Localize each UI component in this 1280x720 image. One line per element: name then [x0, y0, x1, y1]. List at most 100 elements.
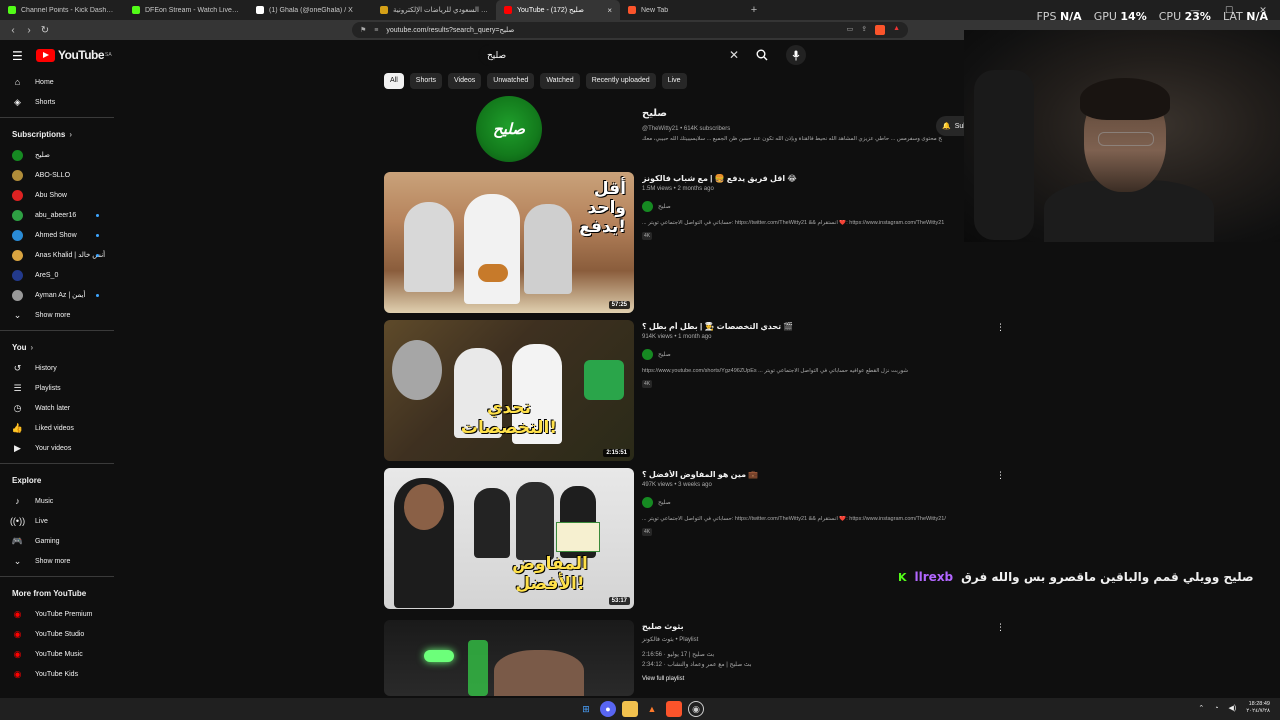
playlist-title[interactable]: بثوث صليح — [642, 622, 962, 631]
filter-chip[interactable]: Recently uploaded — [585, 73, 656, 89]
video-thumbnail[interactable]: تحدي التخصصات! 2:15:51 — [384, 320, 634, 461]
channel-name[interactable]: صليح — [642, 108, 667, 119]
sidebar-item[interactable]: ▶ Your videos — [0, 438, 118, 458]
video-channel[interactable]: صليح — [642, 497, 671, 508]
sidebar-item[interactable]: ♪ Music — [0, 491, 118, 511]
brave-shields-icon[interactable] — [875, 25, 886, 35]
sidebar-item[interactable]: abu_abeer16 — [0, 205, 118, 225]
channel-result[interactable]: صليح صليح @TheWitty21 • 614K subscribers… — [384, 94, 974, 166]
search-query[interactable]: صليح — [487, 50, 729, 61]
filter-chip[interactable]: Shorts — [409, 73, 443, 89]
screenshot-icon[interactable]: ▭ — [847, 25, 854, 35]
bookmark-icon[interactable]: ⚑ — [360, 26, 366, 34]
video-result[interactable]: تحدي التخصصات! 2:15:51 تحدي التخصصات 👨‍🍳… — [384, 320, 1005, 462]
menu-icon[interactable]: ☰ — [12, 49, 23, 63]
filter-chip[interactable]: All — [384, 73, 404, 89]
video-duration: 53:17 — [608, 597, 630, 605]
avatar — [12, 169, 23, 181]
clear-search-icon[interactable]: ✕ — [729, 48, 739, 62]
site-info-icon[interactable]: ≡ — [374, 27, 378, 34]
brave-rewards-icon[interactable]: ▲ — [893, 25, 900, 35]
clock[interactable]: 18:28:49 ٢٠٢٤/٧/٢٨ — [1246, 701, 1270, 715]
sidebar-item[interactable]: Anas Khalid | أنس خالد — [0, 245, 118, 265]
discord-icon[interactable]: ● — [600, 701, 616, 717]
you-header[interactable]: You › — [0, 336, 118, 358]
sidebar-item-label: Ayman Az | أيمن — [35, 292, 86, 299]
brave-browser-icon[interactable] — [666, 701, 682, 717]
show-more-subscriptions[interactable]: ⌄ Show more — [0, 305, 118, 325]
more-actions-icon[interactable]: ⋮ — [996, 622, 1005, 633]
reload-icon[interactable]: ↻ — [38, 25, 52, 36]
chevron-down-icon: ⌄ — [13, 309, 22, 320]
sidebar-item[interactable]: ⌂ Home — [0, 72, 118, 92]
browser-tab[interactable]: Channel Points - Kick Dashboard — [0, 0, 124, 20]
playlist-item[interactable]: بث صليح | 17 يوليو · 2:16:56 — [642, 651, 714, 658]
sidebar-item[interactable]: Abu Show — [0, 185, 118, 205]
volume-icon[interactable]: ◀) — [1229, 704, 1237, 712]
sidebar-item[interactable]: AreS_0 — [0, 265, 118, 285]
video-title[interactable]: مين هو المفاوض الأفضل ؟ 💼 — [642, 470, 962, 479]
sidebar-item[interactable]: Ayman Az | أيمن — [0, 285, 118, 305]
sidebar-item[interactable]: ◉ YouTube Premium — [0, 604, 118, 624]
sidebar-item[interactable]: ◉ YouTube Kids — [0, 664, 118, 684]
sidebar-item[interactable]: صليح — [0, 145, 118, 165]
sidebar-item[interactable]: ((•)) Live — [0, 511, 118, 531]
sidebar-item[interactable]: ◉ YouTube Music — [0, 644, 118, 664]
url-text[interactable]: youtube.com/results?search_query=صليح — [386, 26, 514, 34]
video-result[interactable]: أقل واحد يدفع! 57:25 اقل فريق يدفع 🍔 | م… — [384, 172, 1004, 314]
filter-chip[interactable]: Unwatched — [487, 73, 535, 89]
browser-tab[interactable]: DFEon Stream - Watch Live on Kick — [124, 0, 248, 20]
video-title[interactable]: اقل فريق يدفع 🍔 | مع شباب فالكونز 😂 — [642, 174, 962, 183]
forward-icon[interactable]: › — [22, 25, 36, 36]
filter-chip[interactable]: Watched — [540, 73, 580, 89]
sidebar-item[interactable]: Ahmed Show — [0, 225, 118, 245]
file-explorer-icon[interactable] — [622, 701, 638, 717]
tray-overflow-icon[interactable]: ⌃ — [1198, 704, 1204, 712]
sidebar-item[interactable]: ABO-SLLO — [0, 165, 118, 185]
video-channel[interactable]: صليح — [642, 201, 671, 212]
address-bar[interactable]: ⚑ ≡ youtube.com/results?search_query=صلي… — [352, 22, 908, 38]
sidebar-item[interactable]: ◷ Watch later — [0, 398, 118, 418]
channel-avatar[interactable]: صليح — [476, 96, 542, 162]
obs-icon[interactable]: ◉ — [688, 701, 704, 717]
more-actions-icon[interactable]: ⋮ — [996, 470, 1005, 481]
browser-tab[interactable]: New Tab — [620, 0, 744, 20]
search-input[interactable]: صليح ✕ — [478, 44, 748, 66]
view-full-playlist-link[interactable]: View full playlist — [642, 676, 684, 682]
sidebar-item[interactable]: ☰ Playlists — [0, 378, 118, 398]
playlist-result[interactable]: بثوث صليح بثوث فالكونز • Playlist بث صلي… — [384, 620, 1005, 696]
windows-start-icon[interactable]: ⊞ — [578, 701, 594, 717]
playlist-item[interactable]: بث صليح | مع عمر وعماد والنشاب · 2:34:12 — [642, 661, 752, 668]
sidebar-item[interactable]: ◈ Shorts — [0, 92, 118, 112]
youtube-logo[interactable]: YouTube SA — [36, 48, 112, 62]
filter-chip[interactable]: Live — [661, 73, 687, 89]
browser-tab[interactable]: YouTube - صليح (172) × — [496, 0, 620, 20]
browser-tab[interactable]: جوائز الاتحاد السعودي للرياضات الإلكترون… — [372, 0, 496, 20]
video-channel[interactable]: صليح — [642, 349, 671, 360]
live-dot — [96, 294, 99, 297]
video-result[interactable]: المفاوض الأفضل! 53:17 مين هو المفاوض الأ… — [384, 468, 1005, 610]
new-tab-button[interactable]: + — [744, 4, 764, 16]
video-title[interactable]: تحدي التخصصات 👨‍🍳 | بطل أم بطل ؟ 🎬 — [642, 322, 962, 331]
show-more-explore[interactable]: ⌄ Show more — [0, 551, 118, 571]
share-icon[interactable]: ⇪ — [861, 25, 867, 35]
subscriptions-header[interactable]: Subscriptions › — [0, 123, 118, 145]
taskbar-app-icon[interactable]: ▲ — [644, 701, 660, 717]
back-icon[interactable]: ‹ — [6, 25, 20, 36]
sidebar-item[interactable]: 👍 Liked videos — [0, 418, 118, 438]
sidebar-item[interactable]: 🎮 Gaming — [0, 531, 118, 551]
search-button[interactable] — [750, 44, 774, 66]
sidebar-item[interactable]: ◉ YouTube Studio — [0, 624, 118, 644]
sidebar-item[interactable]: ↺ History — [0, 358, 118, 378]
video-thumbnail[interactable]: المفاوض الأفضل! 53:17 — [384, 468, 634, 609]
browser-tab[interactable]: (1) Ghala (@oneGhala) / X — [248, 0, 372, 20]
more-actions-icon[interactable]: ⋮ — [996, 322, 1005, 333]
voice-search-button[interactable] — [786, 45, 806, 65]
close-tab-icon[interactable]: × — [607, 6, 612, 15]
sidebar-item-label: Abu Show — [35, 191, 67, 199]
filter-chip[interactable]: Videos — [448, 73, 482, 89]
network-icon[interactable]: ◔ — [1214, 705, 1218, 712]
video-thumbnail[interactable]: أقل واحد يدفع! 57:25 — [384, 172, 634, 313]
playlist-thumbnail[interactable] — [384, 620, 634, 696]
watch-later-icon: ◷ — [13, 402, 22, 413]
